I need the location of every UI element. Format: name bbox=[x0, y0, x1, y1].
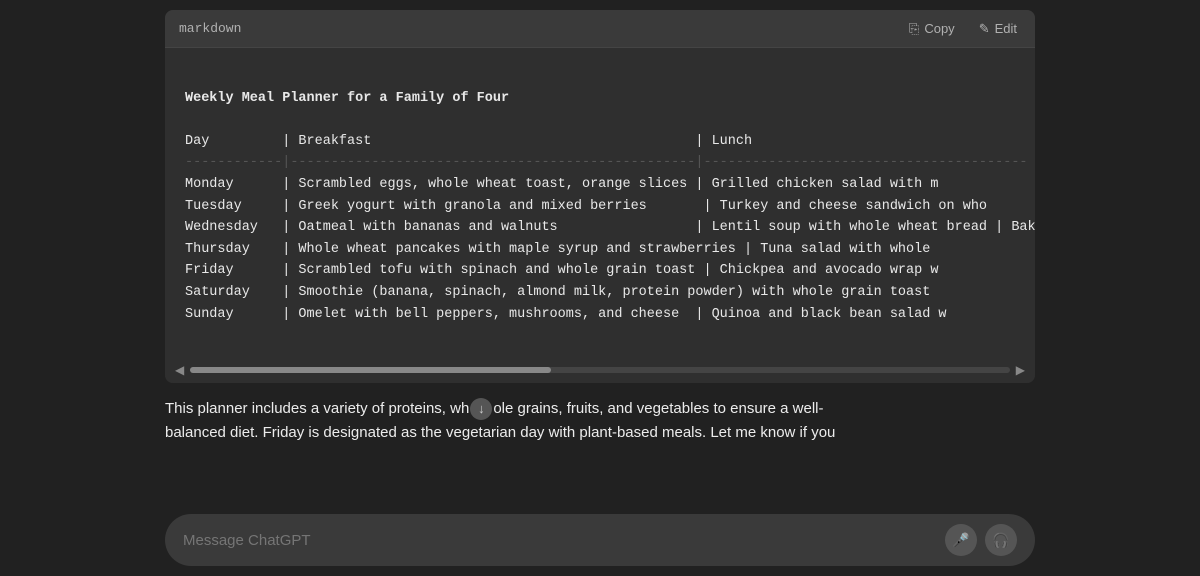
scroll-track[interactable] bbox=[190, 367, 1010, 373]
code-block-header: markdown ⎘ Copy ✎ Edit bbox=[165, 10, 1035, 48]
headphones-button[interactable]: 🎧 bbox=[985, 524, 1017, 556]
horizontal-scrollbar[interactable]: ◀ ▶ bbox=[165, 359, 1035, 383]
table-header-row: Day | Breakfast | Lunch bbox=[185, 134, 752, 149]
code-lang-label: markdown bbox=[179, 21, 241, 36]
copy-label: Copy bbox=[924, 21, 954, 36]
edit-icon: ✎ bbox=[979, 21, 990, 37]
code-title: Weekly Meal Planner for a Family of Four bbox=[185, 91, 509, 106]
scroll-left-arrow[interactable]: ◀ bbox=[175, 363, 184, 377]
copy-button[interactable]: ⎘ Copy bbox=[905, 19, 959, 39]
saturday-row: Saturday | Smoothie (banana, spinach, al… bbox=[185, 285, 930, 300]
monday-row: Monday | Scrambled eggs, whole wheat toa… bbox=[185, 177, 938, 192]
table-separator: ------------|---------------------------… bbox=[185, 155, 1028, 170]
scroll-thumb[interactable] bbox=[190, 367, 551, 373]
code-content-area[interactable]: Weekly Meal Planner for a Family of Four… bbox=[165, 48, 1035, 359]
scroll-right-arrow[interactable]: ▶ bbox=[1016, 363, 1025, 377]
headphones-icon: 🎧 bbox=[992, 532, 1009, 549]
code-content: Weekly Meal Planner for a Family of Four… bbox=[165, 48, 1035, 359]
friday-row: Friday | Scrambled tofu with spinach and… bbox=[185, 263, 938, 278]
wednesday-row: Wednesday | Oatmeal with bananas and wal… bbox=[185, 220, 1035, 235]
mic-icon: 🎤 bbox=[952, 532, 969, 549]
description-text: This planner includes a variety of prote… bbox=[165, 397, 1035, 447]
copy-icon: ⎘ bbox=[909, 21, 919, 37]
edit-label: Edit bbox=[995, 21, 1017, 36]
scroll-down-indicator: ↓ bbox=[470, 398, 492, 420]
mic-button[interactable]: 🎤 bbox=[945, 524, 977, 556]
code-header-actions: ⎘ Copy ✎ Edit bbox=[905, 19, 1021, 39]
code-block-wrapper: markdown ⎘ Copy ✎ Edit Weekly Meal Plann… bbox=[165, 10, 1035, 383]
input-bar: 🎤 🎧 bbox=[165, 514, 1035, 566]
input-actions: 🎤 🎧 bbox=[945, 524, 1017, 556]
description-text-before: This planner includes a variety of prote… bbox=[165, 400, 469, 417]
thursday-row: Thursday | Whole wheat pancakes with map… bbox=[185, 242, 930, 257]
edit-button[interactable]: ✎ Edit bbox=[975, 19, 1021, 39]
tuesday-row: Tuesday | Greek yogurt with granola and … bbox=[185, 199, 987, 214]
message-input[interactable] bbox=[183, 532, 945, 549]
sunday-row: Sunday | Omelet with bell peppers, mushr… bbox=[185, 307, 947, 322]
main-container: markdown ⎘ Copy ✎ Edit Weekly Meal Plann… bbox=[0, 0, 1200, 576]
